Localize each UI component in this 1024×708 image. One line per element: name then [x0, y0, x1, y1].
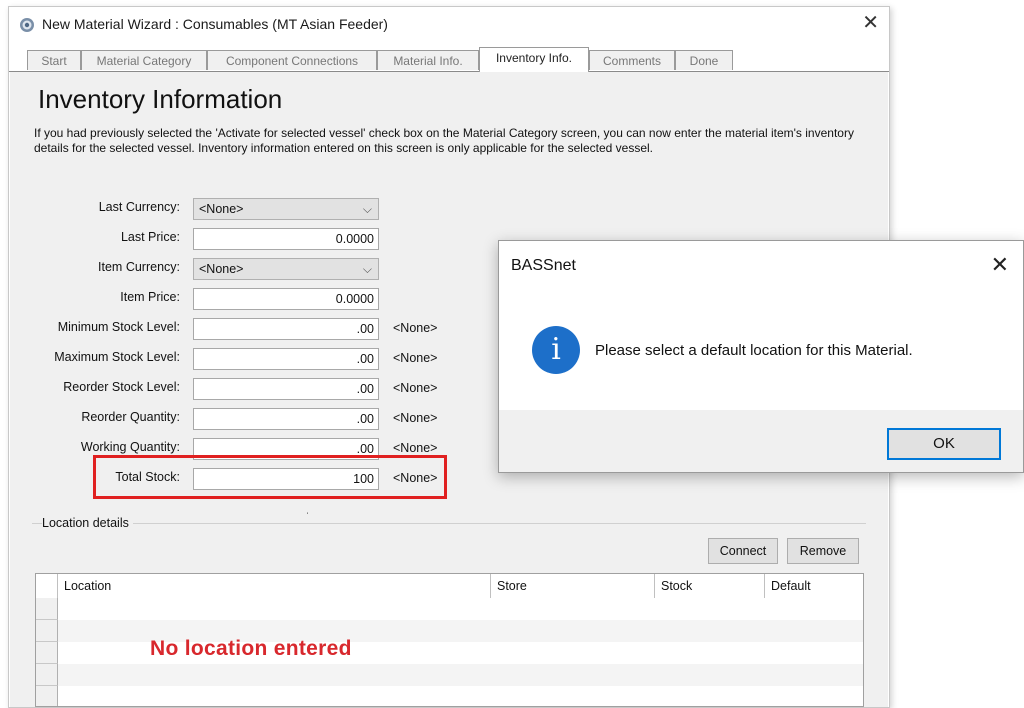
column-stock[interactable]: Stock [655, 574, 765, 598]
row-header[interactable] [36, 642, 58, 664]
minimum-stock-field[interactable]: .00 [193, 318, 379, 340]
tab-comments[interactable]: Comments [589, 50, 675, 70]
working-quantity-label: Working Quantity: [80, 440, 180, 454]
remove-button[interactable]: Remove [787, 538, 859, 564]
item-currency-value: <None> [199, 262, 244, 276]
tab-done[interactable]: Done [675, 50, 733, 70]
dialog-message: Please select a default location for thi… [595, 342, 913, 359]
grid-header: Location Store Stock Default [36, 574, 863, 599]
message-dialog: BASSnet ✕ i Please select a default loca… [498, 240, 1024, 473]
reorder-stock-unit: <None> [393, 381, 438, 395]
row-header[interactable] [36, 686, 58, 706]
close-icon[interactable]: ✕ [991, 254, 1009, 276]
minimum-stock-label: Minimum Stock Level: [57, 320, 180, 334]
maximum-stock-label: Maximum Stock Level: [54, 350, 180, 364]
page-title: Inventory Information [38, 84, 283, 114]
working-quantity-unit: <None> [393, 441, 438, 455]
reorder-quantity-unit: <None> [393, 411, 438, 425]
row-header[interactable] [36, 620, 58, 642]
tab-start[interactable]: Start [27, 50, 81, 70]
app-gear-icon [20, 18, 34, 32]
total-stock-highlight [93, 455, 447, 499]
dialog-title: BASSnet [511, 257, 576, 274]
item-currency-select[interactable]: <None> ⌵ [193, 258, 379, 280]
row-header[interactable] [36, 664, 58, 686]
title-bar: New Material Wizard : Consumables (MT As… [9, 7, 889, 43]
last-currency-select[interactable]: <None> ⌵ [193, 198, 379, 220]
divider-mark: ˌ [306, 504, 310, 515]
reorder-quantity-field[interactable]: .00 [193, 408, 379, 430]
table-row[interactable] [58, 664, 863, 686]
table-row[interactable] [58, 598, 863, 620]
item-price-label: Item Price: [120, 290, 180, 304]
minimum-stock-unit: <None> [393, 321, 438, 335]
grid-corner [36, 574, 58, 598]
dialog-footer: OK [499, 410, 1023, 472]
chevron-down-icon: ⌵ [362, 262, 372, 276]
maximum-stock-field[interactable]: .00 [193, 348, 379, 370]
table-row[interactable] [58, 686, 863, 706]
last-currency-value: <None> [199, 202, 244, 216]
no-location-annotation: No location entered [150, 637, 352, 660]
row-header[interactable] [36, 598, 58, 620]
reorder-stock-label: Reorder Stock Level: [63, 380, 180, 394]
window-title: New Material Wizard : Consumables (MT As… [42, 16, 388, 32]
ok-button[interactable]: OK [887, 428, 1001, 460]
item-price-field[interactable]: 0.0000 [193, 288, 379, 310]
connect-button[interactable]: Connect [708, 538, 778, 564]
column-location[interactable]: Location [58, 574, 491, 598]
location-group-label: Location details [42, 516, 133, 530]
last-currency-label: Last Currency: [98, 200, 180, 214]
tab-inventory-info[interactable]: Inventory Info. [479, 47, 589, 72]
location-group-divider [32, 523, 866, 524]
tab-strip: Start Material Category Component Connec… [9, 47, 889, 72]
close-icon[interactable]: ✕ [862, 13, 879, 33]
last-price-field[interactable]: 0.0000 [193, 228, 379, 250]
maximum-stock-unit: <None> [393, 351, 438, 365]
column-store[interactable]: Store [491, 574, 655, 598]
reorder-quantity-label: Reorder Quantity: [81, 410, 180, 424]
last-price-label: Last Price: [120, 230, 180, 244]
page-description: If you had previously selected the 'Acti… [34, 126, 854, 155]
chevron-down-icon: ⌵ [362, 202, 372, 216]
reorder-stock-field[interactable]: .00 [193, 378, 379, 400]
info-icon: i [532, 326, 580, 374]
tab-material-info[interactable]: Material Info. [377, 50, 479, 70]
tab-component-connections[interactable]: Component Connections [207, 50, 377, 70]
item-currency-label: Item Currency: [98, 260, 180, 274]
tab-material-category[interactable]: Material Category [81, 50, 207, 70]
column-default[interactable]: Default [765, 574, 863, 598]
